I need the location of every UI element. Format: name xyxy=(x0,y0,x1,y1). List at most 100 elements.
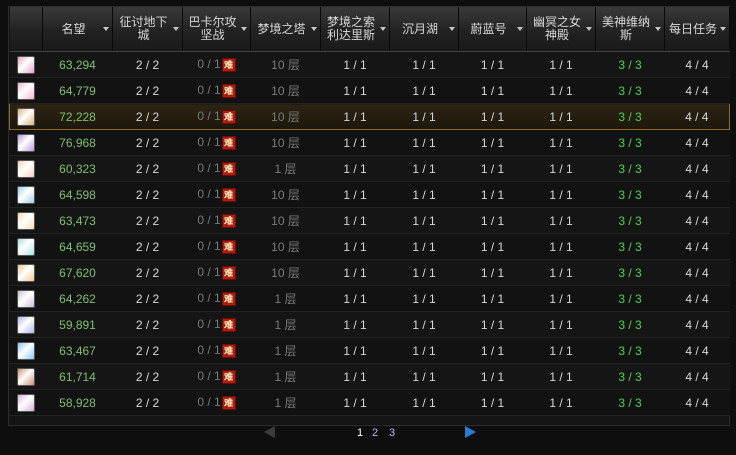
table-row[interactable]: 63,473 2 / 2 0 / 1 难 10 层 1 / 1 1 / 1 1 / 1 1 / … xyxy=(9,207,730,234)
underworld-value: 1 / 1 xyxy=(549,317,573,332)
moon-lake-value: 1 / 1 xyxy=(412,161,436,176)
blue-ship-value: 1 / 1 xyxy=(480,343,505,358)
column-header-label: 梦境之索利达里斯 xyxy=(326,15,375,42)
daily-value: 4 / 4 xyxy=(685,187,709,202)
page-link-1[interactable]: 1 xyxy=(357,427,363,439)
moon-lake-value: 1 / 1 xyxy=(412,109,436,124)
character-avatar-icon xyxy=(17,393,35,412)
blue-ship-value: 1 / 1 xyxy=(480,239,505,254)
moon-lake-cell: 1 / 1 xyxy=(389,129,459,156)
reputation-cell: 64,598 xyxy=(42,181,113,208)
table-row[interactable]: 76,968 2 / 2 0 / 1 难 10 层 1 / 1 1 / 1 1 / 1 1 / … xyxy=(9,129,730,156)
dream-solidaris-value: 1 / 1 xyxy=(343,83,367,98)
page-link-3[interactable]: 3 xyxy=(389,427,395,439)
underworld-value: 1 / 1 xyxy=(549,239,573,254)
avatar-cell xyxy=(9,311,43,338)
underworld-cell: 1 / 1 xyxy=(526,389,596,416)
column-header-underworld[interactable]: 幽冥之女神殿 xyxy=(526,7,596,52)
dream-tower-value: 10 层 xyxy=(271,240,300,254)
dream-solidaris-cell: 1 / 1 xyxy=(320,337,390,364)
conquest-cell: 2 / 2 xyxy=(112,207,183,234)
conquest-cell: 2 / 2 xyxy=(112,233,183,260)
table-row[interactable]: 64,598 2 / 2 0 / 1 难 10 层 1 / 1 1 / 1 1 / 1 1 / … xyxy=(9,181,730,208)
avatar-cell xyxy=(9,207,43,234)
blue-ship-cell: 1 / 1 xyxy=(458,363,527,390)
column-header-blue-ship[interactable]: 蔚蓝号 xyxy=(458,7,527,52)
daily-cell: 4 / 4 xyxy=(664,207,730,234)
character-avatar-icon xyxy=(17,341,35,360)
underworld-cell: 1 / 1 xyxy=(526,155,596,182)
page-link-2[interactable]: 2 xyxy=(372,427,378,439)
table-row[interactable]: 63,294 2 / 2 0 / 1 难 10 层 1 / 1 1 / 1 1 / 1 1 / … xyxy=(9,51,730,78)
conquest-cell: 2 / 2 xyxy=(112,363,183,390)
blue-ship-value: 1 / 1 xyxy=(480,317,505,332)
column-header-daily[interactable]: 每日任务 xyxy=(664,7,730,52)
daily-value: 4 / 4 xyxy=(685,395,709,410)
table-row[interactable]: 67,620 2 / 2 0 / 1 难 10 层 1 / 1 1 / 1 1 / 1 1 / … xyxy=(9,259,730,286)
bakal-cell: 0 / 1难 xyxy=(182,259,251,286)
moon-lake-value: 1 / 1 xyxy=(412,343,436,358)
hard-mode-badge-icon: 难 xyxy=(221,135,236,150)
venus-value: 3 / 3 xyxy=(618,265,642,280)
bakal-cell: 0 / 1难 xyxy=(182,129,251,156)
reputation-cell: 59,891 xyxy=(42,311,113,338)
venus-value: 3 / 3 xyxy=(618,57,642,72)
reputation-value: 64,262 xyxy=(59,291,96,306)
column-header-dream-tower[interactable]: 梦境之塔 xyxy=(250,7,321,52)
dream-solidaris-value: 1 / 1 xyxy=(343,291,367,306)
table-row[interactable]: 64,779 2 / 2 0 / 1 难 10 层 1 / 1 1 / 1 1 / 1 1 / … xyxy=(9,77,730,104)
table-row[interactable]: 64,659 2 / 2 0 / 1 难 10 层 1 / 1 1 / 1 1 / 1 1 / … xyxy=(9,233,730,260)
bakal-cell: 0 / 1难 xyxy=(182,155,251,182)
reputation-cell: 72,228 xyxy=(42,103,113,130)
dream-solidaris-value: 1 / 1 xyxy=(343,135,367,150)
blue-ship-cell: 1 / 1 xyxy=(458,285,527,312)
table-row[interactable]: 60,323 2 / 2 0 / 1难 1 层 1 / 1 1 / 1 1 / 1 1 / 1… xyxy=(9,155,730,182)
table-row[interactable]: 59,891 2 / 2 0 / 1难 1 层 1 / 1 1 / 1 1 / 1 1 / 1… xyxy=(9,311,730,338)
venus-cell: 3 / 3 xyxy=(595,207,665,234)
blue-ship-value: 1 / 1 xyxy=(480,213,505,228)
underworld-value: 1 / 1 xyxy=(549,109,573,124)
column-header-dream-solidaris[interactable]: 梦境之索利达里斯 xyxy=(320,7,390,52)
column-header-venus[interactable]: 美神维纳斯 xyxy=(595,7,665,52)
table-row[interactable]: 61,714 2 / 2 0 / 1难 1 层 1 / 1 1 / 1 1 / 1 1 / 1… xyxy=(9,363,730,390)
underworld-value: 1 / 1 xyxy=(549,135,573,150)
daily-cell: 4 / 4 xyxy=(664,389,730,416)
bakal-value: 0 / 1 xyxy=(197,57,221,72)
column-header-conquest[interactable]: 征讨地下城 xyxy=(112,7,183,52)
reputation-cell: 64,262 xyxy=(42,285,113,312)
column-header-bakal[interactable]: 巴卡尔攻坚战 xyxy=(182,7,251,52)
dream-tower-cell: 10 层 xyxy=(250,129,321,156)
bakal-cell: 0 / 1难 xyxy=(182,103,251,130)
hard-mode-badge-icon: 难 xyxy=(221,317,236,332)
reputation-value: 76,968 xyxy=(59,135,96,150)
character-avatar-icon xyxy=(17,159,35,178)
venus-value: 3 / 3 xyxy=(618,317,642,332)
hard-mode-badge-icon: 难 xyxy=(221,109,236,124)
moon-lake-cell: 1 / 1 xyxy=(389,363,459,390)
dream-tower-value: 10 层 xyxy=(271,188,300,202)
dream-solidaris-cell: 1 / 1 xyxy=(320,285,390,312)
daily-value: 4 / 4 xyxy=(685,57,709,72)
underworld-cell: 1 / 1 xyxy=(526,181,596,208)
conquest-cell: 2 / 2 xyxy=(112,285,183,312)
column-header-reputation[interactable]: 名望 xyxy=(42,7,113,52)
avatar-cell xyxy=(9,363,43,390)
table-row[interactable]: 64,262 2 / 2 0 / 1难 1 层 1 / 1 1 / 1 1 / 1 1 / 1… xyxy=(9,285,730,312)
table-row[interactable]: 58,928 2 / 2 0 / 1难 1 层 1 / 1 1 / 1 1 / 1 1 / 1… xyxy=(9,389,730,416)
venus-value: 3 / 3 xyxy=(618,109,642,124)
column-header-moon-lake[interactable]: 沉月湖 xyxy=(389,7,459,52)
dream-tower-cell: 1 层 xyxy=(250,389,321,416)
bakal-value: 0 / 1 xyxy=(197,161,221,176)
blue-ship-value: 1 / 1 xyxy=(480,57,505,72)
underworld-cell: 1 / 1 xyxy=(526,103,596,130)
table-row[interactable]: 72,228 2 / 2 0 / 1 难 10 层 1 / 1 1 / 1 1 / 1 1 / … xyxy=(9,103,730,130)
venus-cell: 3 / 3 xyxy=(595,259,665,286)
daily-cell: 4 / 4 xyxy=(664,337,730,364)
arrow-left-icon[interactable] xyxy=(264,426,275,438)
reputation-value: 64,659 xyxy=(59,239,96,254)
blue-ship-cell: 1 / 1 xyxy=(458,77,527,104)
moon-lake-cell: 1 / 1 xyxy=(389,285,459,312)
table-row[interactable]: 63,467 2 / 2 0 / 1难 1 层 1 / 1 1 / 1 1 / 1 1 / 1… xyxy=(9,337,730,364)
moon-lake-value: 1 / 1 xyxy=(412,57,436,72)
arrow-right-icon[interactable] xyxy=(465,426,476,438)
